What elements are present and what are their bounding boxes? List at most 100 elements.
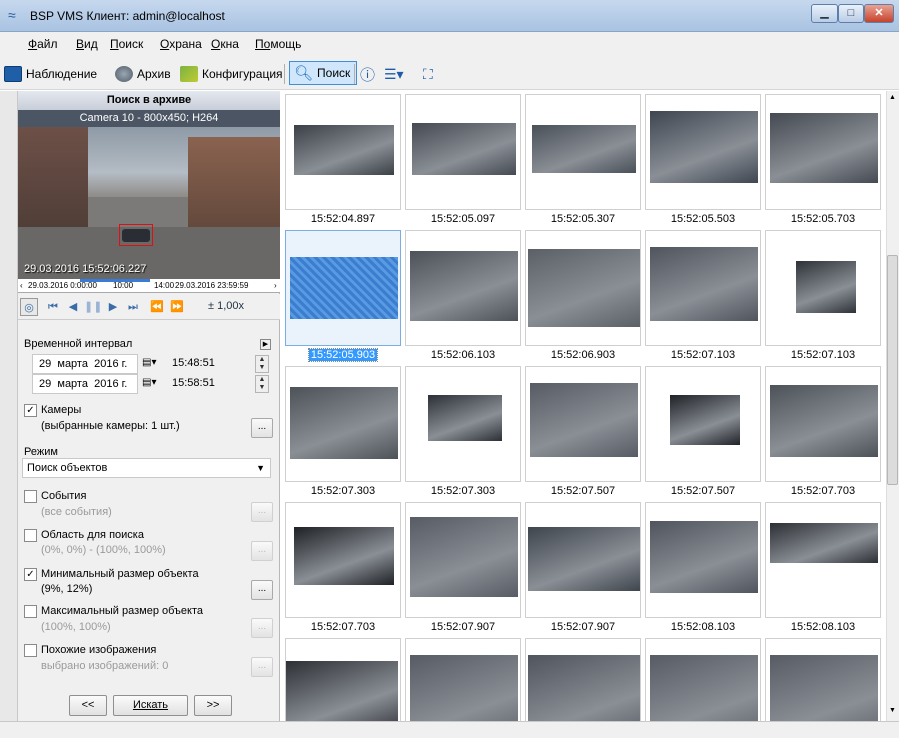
result-thumbnail[interactable] — [525, 366, 641, 482]
result-thumbnail[interactable] — [285, 366, 401, 482]
max-size-checkbox[interactable] — [24, 605, 37, 618]
list-view-icon[interactable]: ☰▾ — [384, 63, 404, 85]
result-item[interactable]: 15:52:04.897 — [283, 92, 403, 227]
to-time-field[interactable]: 15:58:51 — [166, 374, 246, 394]
result-thumbnail[interactable] — [285, 230, 401, 346]
result-item[interactable]: 15:52:05.097 — [403, 92, 523, 227]
pause-icon[interactable]: ❚❚ — [84, 298, 102, 316]
result-item[interactable] — [763, 636, 883, 721]
events-select-button[interactable]: ... — [251, 502, 273, 522]
mode-select[interactable]: Поиск объектов ▼ — [22, 458, 271, 478]
from-time-field[interactable]: 15:48:51 — [166, 354, 246, 374]
cameras-checkbox[interactable]: ✓ — [24, 404, 37, 417]
result-thumbnail[interactable] — [525, 638, 641, 721]
result-thumbnail[interactable] — [405, 366, 521, 482]
monitoring-button[interactable]: Наблюдение — [4, 63, 97, 85]
archive-button[interactable]: Архив — [115, 63, 171, 85]
area-select-button[interactable]: ... — [251, 541, 273, 561]
result-item[interactable]: 15:52:07.703 — [763, 364, 883, 499]
result-thumbnail[interactable] — [645, 638, 761, 721]
result-item[interactable] — [403, 636, 523, 721]
similar-images-checkbox[interactable] — [24, 644, 37, 657]
result-item[interactable]: 15:52:07.507 — [523, 364, 643, 499]
result-item[interactable] — [523, 636, 643, 721]
cameras-select-button[interactable]: ... — [251, 418, 273, 438]
go-end-icon[interactable]: ⏭ — [124, 298, 142, 316]
min-size-checkbox[interactable]: ✓ — [24, 568, 37, 581]
go-start-icon[interactable]: ⏮ — [44, 298, 62, 316]
fast-forward-icon[interactable]: ⏩ — [168, 298, 186, 316]
result-item[interactable]: 15:52:07.303 — [403, 364, 523, 499]
result-item[interactable]: 15:52:08.103 — [643, 500, 763, 635]
menu-search[interactable]: Поиск — [110, 37, 143, 51]
result-thumbnail[interactable] — [765, 230, 881, 346]
result-thumbnail[interactable] — [645, 230, 761, 346]
step-back-icon[interactable]: ◀ — [64, 298, 82, 316]
result-thumbnail[interactable] — [765, 502, 881, 618]
result-thumbnail[interactable] — [765, 366, 881, 482]
search-submit-button[interactable]: Искать — [113, 695, 188, 716]
to-date-field[interactable]: 29 марта 2016 г. — [32, 374, 138, 394]
minimize-button[interactable]: ▁ — [811, 4, 838, 23]
menu-windows[interactable]: Окна — [211, 37, 239, 51]
from-time-spinner[interactable]: ▲ ▼ — [255, 355, 269, 373]
result-thumbnail[interactable] — [285, 502, 401, 618]
min-size-select-button[interactable]: ... — [251, 580, 273, 600]
result-item[interactable]: 15:52:07.303 — [283, 364, 403, 499]
next-button[interactable]: >> — [194, 695, 232, 716]
result-item[interactable]: 15:52:07.103 — [643, 228, 763, 363]
result-item[interactable] — [643, 636, 763, 721]
result-thumbnail[interactable] — [645, 502, 761, 618]
maximize-button[interactable]: □ — [838, 4, 864, 23]
result-thumbnail[interactable] — [285, 638, 401, 721]
rewind-icon[interactable]: ⏪ — [148, 298, 166, 316]
alert-icon[interactable]: ⓘ — [360, 63, 375, 85]
configuration-button[interactable]: Конфигурация — [180, 63, 283, 85]
result-thumbnail[interactable] — [405, 638, 521, 721]
max-size-select-button[interactable]: ... — [251, 618, 273, 638]
result-item[interactable]: 15:52:07.103 — [763, 228, 883, 363]
scroll-down-icon[interactable]: ▼ — [889, 707, 896, 714]
result-thumbnail[interactable] — [645, 94, 761, 210]
result-item[interactable]: 15:52:07.907 — [523, 500, 643, 635]
result-item[interactable]: 15:52:05.903 — [283, 228, 403, 363]
result-item[interactable]: 15:52:07.507 — [643, 364, 763, 499]
search-button[interactable]: 🔍︎ Поиск — [289, 61, 358, 85]
timeline[interactable]: ‹ 29.03.2016 0:00:00 10:00 14:00 29.03.2… — [18, 279, 280, 293]
result-thumbnail[interactable] — [525, 94, 641, 210]
result-thumbnail[interactable] — [645, 366, 761, 482]
result-thumbnail[interactable] — [405, 230, 521, 346]
result-item[interactable]: 15:52:06.103 — [403, 228, 523, 363]
result-thumbnail[interactable] — [525, 502, 641, 618]
result-item[interactable]: 15:52:07.703 — [283, 500, 403, 635]
menu-security[interactable]: Охрана — [160, 37, 202, 51]
menu-view[interactable]: Вид — [76, 37, 98, 51]
result-item[interactable]: 15:52:07.907 — [403, 500, 523, 635]
result-thumbnail[interactable] — [405, 94, 521, 210]
result-item[interactable]: 15:52:05.703 — [763, 92, 883, 227]
calendar-dropdown-icon[interactable]: ▤▾ — [142, 357, 156, 368]
menu-file[interactable]: Файл — [28, 37, 58, 51]
scrollbar-thumb[interactable] — [887, 255, 898, 485]
result-item[interactable]: 15:52:06.903 — [523, 228, 643, 363]
scroll-up-icon[interactable]: ▲ — [889, 94, 896, 101]
snapshot-icon[interactable]: ◎ — [20, 298, 38, 316]
fullscreen-icon[interactable]: ⛶ — [423, 63, 433, 85]
video-preview[interactable]: 29.03.2016 15:52:06.227 — [18, 127, 280, 279]
area-checkbox[interactable] — [24, 529, 37, 542]
result-item[interactable]: 15:52:05.307 — [523, 92, 643, 227]
result-thumbnail[interactable] — [765, 638, 881, 721]
to-time-spinner[interactable]: ▲ ▼ — [255, 375, 269, 393]
similar-images-select-button[interactable]: ... — [251, 657, 273, 677]
calendar-dropdown-icon[interactable]: ▤▾ — [142, 377, 156, 388]
expand-icon[interactable]: ▶ — [260, 339, 271, 350]
from-date-field[interactable]: 29 марта 2016 г. — [32, 354, 138, 374]
result-thumbnail[interactable] — [765, 94, 881, 210]
result-item[interactable] — [283, 636, 403, 721]
result-item[interactable]: 15:52:08.103 — [763, 500, 883, 635]
close-button[interactable]: ✕ — [864, 4, 894, 23]
menu-help[interactable]: Помощь — [255, 37, 301, 51]
result-thumbnail[interactable] — [405, 502, 521, 618]
play-icon[interactable]: ▶ — [104, 298, 122, 316]
previous-button[interactable]: << — [69, 695, 107, 716]
